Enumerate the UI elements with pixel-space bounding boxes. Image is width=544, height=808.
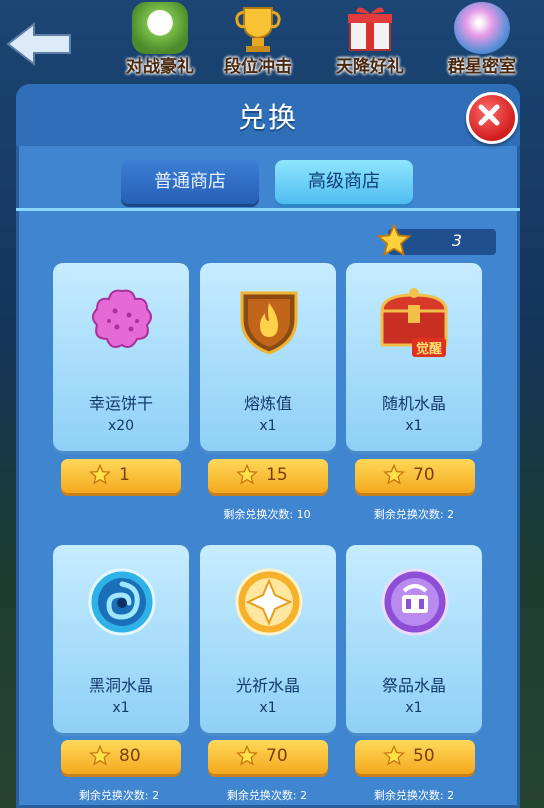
event-star-vault[interactable]: 群星密室 bbox=[426, 0, 538, 80]
event-rank-rush[interactable]: 段位冲击 bbox=[202, 0, 314, 80]
remaining-count: 剩余兑换次数: 2 bbox=[373, 508, 455, 521]
top-event-bar: 对战豪礼 段位冲击 天降好礼 群星密室 bbox=[0, 0, 544, 82]
tab-divider bbox=[16, 208, 520, 211]
remaining-count: 剩余兑换次数: 10 bbox=[223, 508, 311, 521]
shop-item-card[interactable]: 觉醒 随机水晶 x1 bbox=[346, 263, 482, 451]
buy-button[interactable]: 15 bbox=[208, 459, 328, 493]
tab-advanced-shop[interactable]: 高级商店 bbox=[275, 160, 413, 204]
price-value: 50 bbox=[413, 746, 435, 766]
gift-box-icon bbox=[342, 2, 398, 54]
item-qty: x1 bbox=[405, 418, 423, 434]
star-icon bbox=[236, 745, 258, 766]
price-value: 15 bbox=[266, 465, 288, 485]
item-name: 幸运饼干 bbox=[88, 394, 153, 413]
remaining-count: 剩余兑换次数: 2 bbox=[373, 789, 455, 802]
event-label: 段位冲击 bbox=[224, 57, 292, 77]
shop-item-card[interactable]: 幸运饼干 x20 bbox=[53, 263, 189, 451]
currency-value: 3 bbox=[451, 231, 462, 250]
item-name: 熔炼值 bbox=[243, 394, 292, 413]
panda-icon bbox=[132, 2, 188, 54]
close-icon bbox=[478, 104, 500, 126]
crystal-globe-icon bbox=[454, 2, 510, 54]
price-value: 70 bbox=[266, 746, 288, 766]
item-name: 祭品水晶 bbox=[381, 676, 446, 695]
item-name: 随机水晶 bbox=[381, 394, 446, 413]
exchange-dialog: 兑换 普通商店 高级商店 3 幸运饼干 x20 熔炼值 x1 觉醒 随机水晶 x… bbox=[16, 84, 520, 808]
buy-button[interactable]: 80 bbox=[61, 740, 181, 774]
tab-normal-shop[interactable]: 普通商店 bbox=[121, 160, 259, 204]
trophy-icon bbox=[230, 2, 286, 54]
buy-button[interactable]: 50 bbox=[355, 740, 475, 774]
event-label: 对战豪礼 bbox=[126, 57, 194, 77]
sacrifice-orb-icon bbox=[381, 568, 449, 636]
item-name: 光祈水晶 bbox=[235, 676, 300, 695]
shop-item-card[interactable]: 熔炼值 x1 bbox=[200, 263, 336, 451]
star-icon bbox=[89, 745, 111, 766]
remaining-count: 剩余兑换次数: 2 bbox=[226, 789, 308, 802]
remaining-count: 剩余兑换次数: 2 bbox=[78, 789, 160, 802]
event-label: 天降好礼 bbox=[336, 57, 404, 77]
item-qty: x1 bbox=[259, 700, 277, 716]
item-name: 黑洞水晶 bbox=[88, 676, 153, 695]
event-battle-gift[interactable]: 对战豪礼 bbox=[104, 0, 216, 80]
item-qty: x1 bbox=[405, 700, 423, 716]
close-button[interactable] bbox=[466, 92, 518, 144]
light-orb-icon bbox=[235, 568, 303, 636]
star-icon bbox=[236, 464, 258, 485]
dialog-title: 兑换 bbox=[237, 101, 298, 134]
price-value: 70 bbox=[413, 465, 435, 485]
dialog-header: 兑换 bbox=[16, 84, 520, 146]
item-qty: x1 bbox=[112, 700, 130, 716]
shop-item-card[interactable]: 祭品水晶 x1 bbox=[346, 545, 482, 733]
price-value: 1 bbox=[119, 465, 130, 485]
star-icon bbox=[383, 464, 405, 485]
event-sky-gift[interactable]: 天降好礼 bbox=[314, 0, 426, 80]
item-qty: x20 bbox=[107, 418, 135, 434]
buy-button[interactable]: 70 bbox=[355, 459, 475, 493]
star-icon bbox=[383, 745, 405, 766]
event-label: 群星密室 bbox=[448, 57, 516, 77]
currency-counter: 3 bbox=[376, 223, 496, 257]
cookie-icon bbox=[92, 289, 152, 348]
star-icon bbox=[376, 223, 412, 257]
blackhole-orb-icon bbox=[88, 568, 156, 636]
item-qty: x1 bbox=[259, 418, 277, 434]
awaken-badge: 觉醒 bbox=[412, 338, 447, 357]
back-arrow-icon bbox=[6, 21, 71, 67]
shop-item-card[interactable]: 黑洞水晶 x1 bbox=[53, 545, 189, 733]
buy-button[interactable]: 1 bbox=[61, 459, 181, 493]
star-icon bbox=[89, 464, 111, 485]
price-value: 80 bbox=[119, 746, 141, 766]
buy-button[interactable]: 70 bbox=[208, 740, 328, 774]
shop-item-card[interactable]: 光祈水晶 x1 bbox=[200, 545, 336, 733]
back-button[interactable] bbox=[4, 21, 74, 67]
flame-shield-icon bbox=[240, 291, 298, 355]
